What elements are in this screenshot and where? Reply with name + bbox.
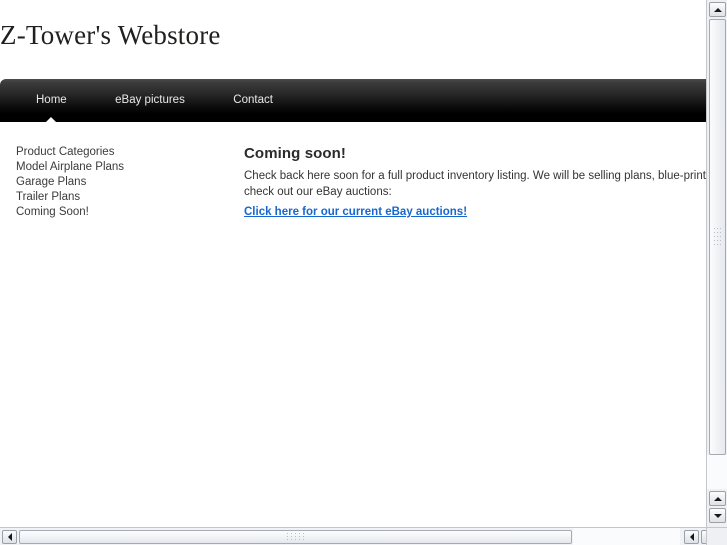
scroll-up-button[interactable] xyxy=(709,2,726,17)
arrow-down-icon xyxy=(713,513,722,518)
sidebar-item-garage-plans[interactable]: Garage Plans xyxy=(16,175,216,190)
vertical-scrollbar-thumb[interactable] xyxy=(709,19,726,455)
scroll-left-button-right[interactable] xyxy=(684,530,699,544)
page-title: Z-Tower's Webstore xyxy=(0,20,221,50)
content-paragraph: Check back here soon for a full product … xyxy=(244,168,706,200)
horizontal-scrollbar-track[interactable] xyxy=(573,528,680,545)
ebay-auctions-link[interactable]: Click here for our current eBay auctions… xyxy=(244,204,467,220)
nav-items: Home eBay pictures Contact xyxy=(0,79,295,122)
nav-item-ebay-pictures[interactable]: eBay pictures xyxy=(93,79,207,122)
vertical-scrollbar-track[interactable] xyxy=(707,455,727,489)
sidebar-item-coming-soon[interactable]: Coming Soon! xyxy=(16,205,216,220)
arrow-left-icon xyxy=(689,533,694,541)
arrow-up-icon xyxy=(713,496,722,501)
scrollbar-corner xyxy=(706,527,727,545)
nav-item-home[interactable]: Home xyxy=(14,79,89,122)
scroll-left-button[interactable] xyxy=(2,530,17,544)
horizontal-scrollbar[interactable] xyxy=(0,527,727,545)
sidebar-item-trailer-plans[interactable]: Trailer Plans xyxy=(16,190,216,205)
nav-item-contact[interactable]: Contact xyxy=(211,79,295,122)
arrow-up-icon xyxy=(713,7,722,12)
nav-item-label: Contact xyxy=(233,94,273,106)
nav-item-label: Home xyxy=(36,94,67,106)
sidebar-item-model-airplane-plans[interactable]: Model Airplane Plans xyxy=(16,160,216,175)
arrow-left-icon xyxy=(7,533,12,541)
page-document: Z-Tower's Webstore Home eBay pictures Co… xyxy=(0,0,706,527)
sidebar-item-product-categories[interactable]: Product Categories xyxy=(16,145,216,160)
vertical-scrollbar[interactable] xyxy=(706,0,727,527)
nav-item-label: eBay pictures xyxy=(115,94,185,106)
horizontal-scrollbar-thumb[interactable] xyxy=(19,530,572,544)
active-tab-pointer-icon xyxy=(46,117,57,122)
content-paragraph-line-1: Check back here soon for a full product … xyxy=(244,170,706,182)
scroll-up-button-bottom[interactable] xyxy=(709,491,726,506)
browser-viewport: Z-Tower's Webstore Home eBay pictures Co… xyxy=(0,0,727,545)
content-paragraph-line-2: check out our eBay auctions: xyxy=(244,186,392,198)
content-heading: Coming soon! xyxy=(244,145,347,162)
scroll-down-button[interactable] xyxy=(709,508,726,523)
main-navigation: Home eBay pictures Contact xyxy=(0,79,706,122)
page-scroll-area: Z-Tower's Webstore Home eBay pictures Co… xyxy=(0,0,706,527)
sidebar-navigation: Product Categories Model Airplane Plans … xyxy=(16,145,216,220)
main-content: Coming soon! Check back here soon for a … xyxy=(244,144,706,220)
